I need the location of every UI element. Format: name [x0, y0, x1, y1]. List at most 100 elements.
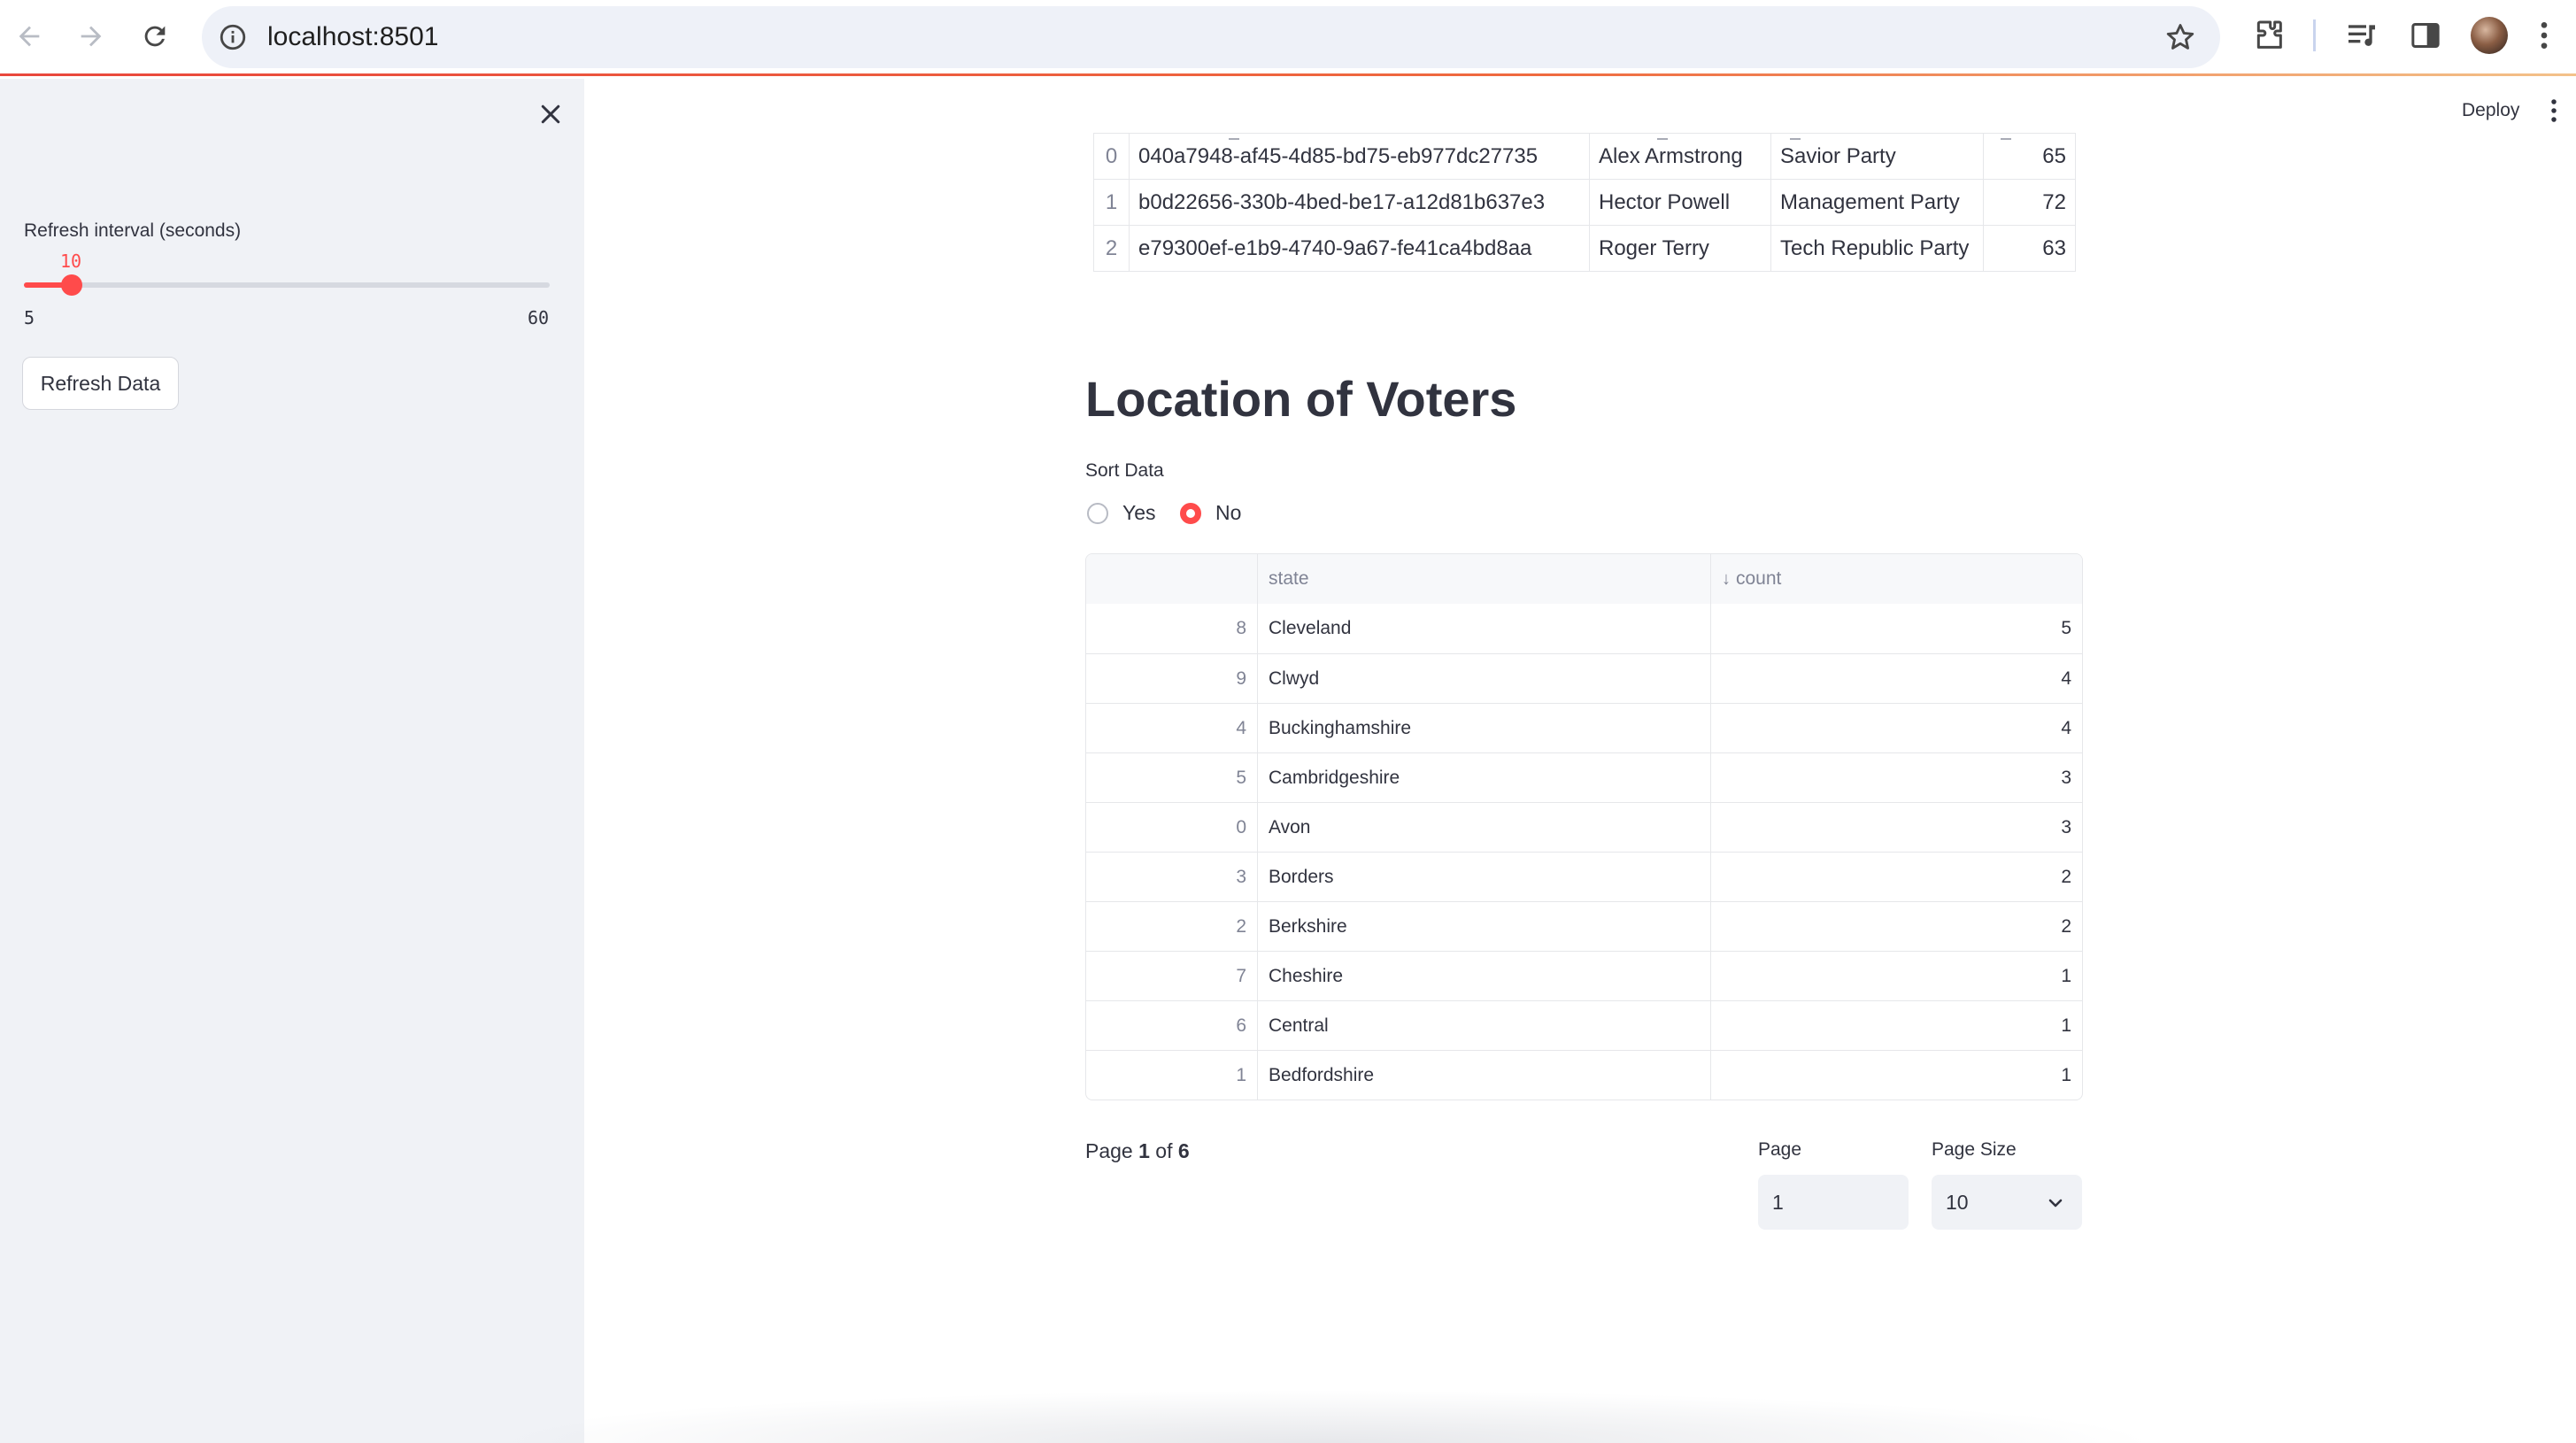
page-number-input[interactable] [1758, 1175, 1909, 1230]
site-info-icon[interactable] [218, 22, 248, 52]
url-text[interactable]: localhost:8501 [267, 6, 438, 68]
main-menu-icon[interactable] [2549, 97, 2558, 124]
close-sidebar-icon[interactable] [537, 101, 564, 127]
state-cell[interactable]: Cheshire [1257, 952, 1710, 1000]
profile-avatar[interactable] [2471, 17, 2508, 54]
sidebar: Refresh interval (seconds) 10 5 60 Refre… [0, 79, 584, 1443]
bottom-shadow [478, 1390, 2160, 1443]
count-header-label: count [1736, 568, 1782, 589]
table-row[interactable]: 9 Clwyd 4 [1086, 653, 2082, 703]
browser-toolbar: localhost:8501 [0, 0, 2576, 76]
state-cell[interactable]: Clwyd [1257, 654, 1710, 703]
row-index[interactable]: 9 [1086, 654, 1257, 703]
table-row[interactable]: 5 Cambridgeshire 3 [1086, 752, 2082, 802]
forward-button[interactable] [69, 14, 113, 58]
table-row[interactable]: 4 Buckinghamshire 4 [1086, 703, 2082, 752]
row-index[interactable]: 2 [1086, 902, 1257, 951]
page-prefix: Page [1085, 1139, 1139, 1162]
deploy-button[interactable]: Deploy [2462, 100, 2519, 121]
row-index[interactable]: 1 [1086, 1051, 1257, 1100]
row-index[interactable]: 0 [1086, 803, 1257, 852]
table-row[interactable]: 3 Borders 2 [1086, 852, 2082, 901]
count-cell[interactable]: 1 [1710, 1051, 2082, 1100]
state-column-header[interactable]: state [1257, 554, 1710, 604]
location-data-grid[interactable]: state ↓ count 8 Cleveland 5 9 Clwyd 4 4 Bucking… [1085, 553, 2083, 1100]
slider-thumb[interactable] [60, 274, 82, 296]
pagination-summary: Page 1 of 6 [1085, 1139, 1190, 1163]
refresh-interval-slider[interactable] [24, 274, 550, 296]
page-of-text: of [1149, 1139, 1178, 1162]
section-title: Location of Voters [1085, 371, 1517, 427]
address-bar[interactable]: localhost:8501 [202, 6, 2220, 68]
extensions-icon[interactable] [2251, 18, 2287, 53]
slider-max-label: 60 [528, 307, 550, 328]
candidate-age: 72 [1983, 179, 2076, 226]
arrow-left-icon [19, 26, 40, 47]
candidate-age: 65 [1983, 133, 2076, 180]
bookmark-star-icon[interactable] [2163, 20, 2197, 54]
table-row[interactable]: 1 Bedfordshire 1 [1086, 1050, 2082, 1100]
count-cell[interactable]: 4 [1710, 704, 2082, 752]
candidate-name: Hector Powell [1589, 179, 1771, 226]
page-size-label: Page Size [1932, 1139, 2017, 1160]
table-row[interactable]: 6 Central 1 [1086, 1000, 2082, 1050]
page-size-value: 10 [1946, 1191, 1969, 1214]
count-cell[interactable]: 4 [1710, 654, 2082, 703]
side-panel-icon[interactable] [2408, 18, 2443, 53]
candidate-name: Alex Armstrong [1589, 133, 1771, 180]
table-row[interactable]: 0 Avon 3 [1086, 802, 2082, 852]
table-row: 1 b0d22656-330b-4bed-be17-a12d81b637e3 H… [1093, 179, 2076, 226]
count-cell[interactable]: 1 [1710, 952, 2082, 1000]
row-index: 1 [1093, 179, 1130, 226]
row-index[interactable]: 6 [1086, 1001, 1257, 1050]
candidate-id: e79300ef-e1b9-4740-9a67-fe41ca4bd8aa [1129, 225, 1590, 272]
count-cell[interactable]: 3 [1710, 803, 2082, 852]
page-size-select[interactable]: 10 [1932, 1175, 2082, 1230]
table-row[interactable]: 7 Cheshire 1 [1086, 951, 2082, 1000]
total-pages-number: 6 [1177, 1139, 1190, 1162]
state-cell[interactable]: Borders [1257, 853, 1710, 901]
browser-menu-icon[interactable] [2526, 18, 2562, 53]
sort-data-label: Sort Data [1085, 460, 1164, 481]
count-cell[interactable]: 5 [1710, 604, 2082, 653]
state-cell[interactable]: Bedfordshire [1257, 1051, 1710, 1100]
count-column-header[interactable]: ↓ count [1710, 554, 2082, 604]
refresh-data-button[interactable]: Refresh Data [22, 357, 179, 410]
state-cell[interactable]: Berkshire [1257, 902, 1710, 951]
state-cell[interactable]: Avon [1257, 803, 1710, 852]
state-cell[interactable]: Buckinghamshire [1257, 704, 1710, 752]
grid-header-row: state ↓ count [1086, 554, 2082, 604]
slider-label: Refresh interval (seconds) [24, 220, 242, 241]
arrow-right-icon [81, 26, 102, 47]
count-cell[interactable]: 3 [1710, 753, 2082, 802]
row-index[interactable]: 8 [1086, 604, 1257, 653]
count-cell[interactable]: 2 [1710, 902, 2082, 951]
state-cell[interactable]: Central [1257, 1001, 1710, 1050]
toolbar-divider [2313, 19, 2316, 51]
row-index[interactable]: 4 [1086, 704, 1257, 752]
row-index[interactable]: 7 [1086, 952, 1257, 1000]
row-index[interactable]: 3 [1086, 853, 1257, 901]
candidate-age: 63 [1983, 225, 2076, 272]
count-cell[interactable]: 2 [1710, 853, 2082, 901]
chevron-down-icon [2048, 1199, 2063, 1208]
row-index[interactable]: 5 [1086, 753, 1257, 802]
state-cell[interactable]: Cleveland [1257, 604, 1710, 653]
radio-label-yes: Yes [1122, 501, 1156, 524]
sort-radio-yes[interactable]: Yes [1087, 501, 1156, 525]
candidate-name: Roger Terry [1589, 225, 1771, 272]
party-affiliation: Tech Republic Party [1770, 225, 1984, 272]
reload-button[interactable] [133, 14, 177, 58]
radio-button-selected[interactable] [1180, 502, 1201, 524]
radio-button-unselected[interactable] [1087, 502, 1108, 524]
media-control-icon[interactable] [2344, 18, 2379, 53]
table-row[interactable]: 8 Cleveland 5 [1086, 604, 2082, 653]
party-affiliation: Management Party [1770, 179, 1984, 226]
state-cell[interactable]: Cambridgeshire [1257, 753, 1710, 802]
table-row[interactable]: 2 Berkshire 2 [1086, 901, 2082, 951]
reload-icon [144, 26, 166, 47]
sort-radio-no[interactable]: No [1180, 501, 1241, 525]
count-cell[interactable]: 1 [1710, 1001, 2082, 1050]
back-button[interactable] [7, 14, 51, 58]
candidates-table: 0 040a7948-af45-4d85-bd75-eb977dc27735 A… [1093, 133, 2076, 272]
